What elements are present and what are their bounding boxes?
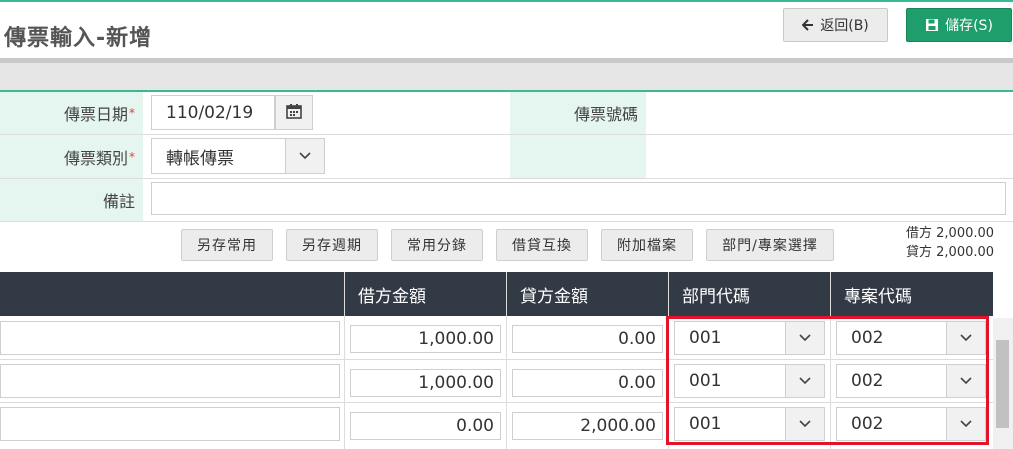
- type-label: 傳票類別 *: [0, 135, 143, 178]
- totals-debit-value: 2,000.00: [936, 226, 995, 241]
- summary-input[interactable]: [0, 364, 340, 398]
- back-button[interactable]: 返回(B): [783, 8, 888, 42]
- attach-file-button[interactable]: 附加檔案: [601, 229, 693, 261]
- back-button-label: 返回(B): [820, 18, 869, 34]
- calendar-icon: [286, 103, 302, 123]
- debit-input[interactable]: 1,000.00: [350, 369, 501, 397]
- voucher-no-label-text: 傳票號碼: [573, 105, 638, 124]
- common-entries-button[interactable]: 常用分錄: [391, 229, 483, 261]
- form-top-border: [0, 90, 1013, 92]
- table-scrollbar-thumb[interactable]: [996, 340, 1009, 428]
- summary-input[interactable]: [0, 321, 340, 355]
- save-as-periodic-button[interactable]: 另存週期: [286, 229, 378, 261]
- type-label-text: 傳票類別: [63, 148, 128, 168]
- date-label: 傳票日期 *: [0, 92, 143, 134]
- note-label-text: 備註: [102, 192, 135, 211]
- type-right-label: [510, 135, 646, 178]
- highlight-box: [666, 316, 989, 445]
- type-select[interactable]: 轉帳傳票: [151, 138, 325, 174]
- calendar-button[interactable]: [275, 95, 313, 130]
- dept-project-select-button[interactable]: 部門/專案選擇: [706, 229, 834, 261]
- credit-input[interactable]: 2,000.00: [512, 412, 663, 440]
- voucher-no-value: [654, 95, 1004, 130]
- date-input-value: 110/02/19: [166, 102, 254, 123]
- page-title: 傳票輸入-新增: [4, 26, 153, 51]
- debit-input[interactable]: 1,000.00: [350, 325, 501, 353]
- note-input[interactable]: [151, 182, 1006, 215]
- totals-debit: 借方 2,000.00: [906, 225, 994, 243]
- summary-input[interactable]: [0, 407, 340, 441]
- save-button-label: 儲存(S): [945, 18, 993, 34]
- credit-input[interactable]: 0.00: [512, 369, 663, 397]
- date-input[interactable]: 110/02/19: [151, 95, 275, 130]
- save-as-common-button[interactable]: 另存常用: [181, 229, 273, 261]
- form-row-divider: [0, 221, 1013, 222]
- debit-input[interactable]: 0.00: [350, 412, 501, 440]
- type-select-value: 轉帳傳票: [166, 148, 234, 169]
- swap-debit-credit-button[interactable]: 借貸互換: [496, 229, 588, 261]
- note-label: 備註: [0, 179, 143, 221]
- form-row-divider: [0, 178, 1013, 179]
- voucher-no-label: 傳票號碼: [510, 92, 646, 134]
- column-header-credit: 貸方金額: [520, 286, 588, 307]
- totals-credit: 貸方 2,000.00: [906, 244, 994, 262]
- required-mark: *: [129, 149, 135, 164]
- top-accent-line: [0, 0, 1013, 2]
- totals-credit-label: 貸方: [906, 245, 933, 260]
- column-header-debit: 借方金額: [358, 286, 426, 307]
- floppy-disk-icon: [925, 18, 939, 32]
- chevron-down-icon: [285, 139, 324, 173]
- save-button[interactable]: 儲存(S): [906, 8, 1012, 42]
- date-label-text: 傳票日期: [63, 105, 128, 124]
- required-mark: *: [129, 106, 135, 120]
- totals-debit-label: 借方: [906, 226, 933, 241]
- column-header-dept: 部門代碼: [682, 286, 750, 307]
- credit-input[interactable]: 0.00: [512, 325, 663, 353]
- form-row-divider: [0, 134, 1013, 135]
- column-header-project: 專案代碼: [844, 286, 912, 307]
- section-header-strip: [0, 63, 1013, 90]
- arrow-left-icon: [802, 19, 814, 31]
- totals-credit-value: 2,000.00: [936, 245, 995, 260]
